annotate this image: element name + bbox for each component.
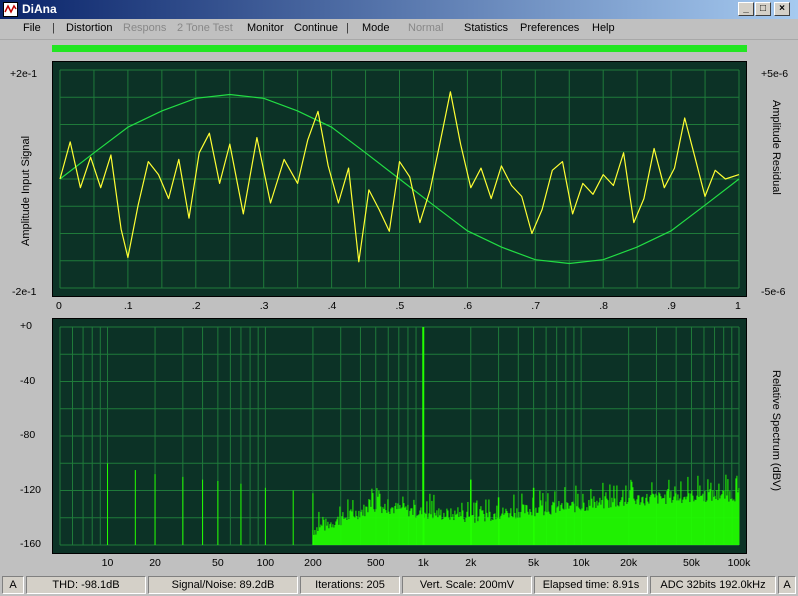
spectrum-x-tick-label: 20k	[620, 557, 638, 569]
status-elapsed-time: Elapsed time: 8.91s	[534, 576, 648, 594]
x-tick-label: .6	[463, 300, 473, 312]
menu-help[interactable]: Help	[592, 22, 615, 34]
spectrum-x-tick-label: 200	[304, 557, 322, 569]
waveform-chart	[59, 69, 740, 289]
menu-separator: |	[346, 22, 349, 34]
x-tick-label: .2	[191, 300, 201, 312]
spectrum-x-tick-label: 50	[212, 557, 224, 569]
spectrum-x-tick-label: 5k	[528, 557, 540, 569]
progress-bar	[52, 45, 747, 52]
spectrum-x-tick-label: 100	[256, 557, 275, 569]
menu-two-tone-test[interactable]: 2 Tone Test	[177, 22, 233, 34]
spectrum-x-tick-label: 500	[366, 557, 385, 569]
close-icon[interactable]: ×	[774, 2, 790, 16]
spectrum-chart	[59, 326, 740, 546]
status-thd: THD: -98.1dB	[26, 576, 146, 594]
status-right-indicator: A	[778, 576, 796, 594]
spectrum-y-tick-label: +0	[20, 320, 32, 332]
x-tick-label: .5	[395, 300, 405, 312]
spectrum-x-tick-label: 1k	[417, 557, 429, 569]
x-tick-label: .8	[599, 300, 608, 312]
spectrum-x-tick-label: 100k	[727, 557, 751, 569]
x-tick-label: .1	[123, 300, 133, 312]
status-iterations: Iterations: 205	[300, 576, 400, 594]
menu-distortion[interactable]: Distortion	[66, 22, 112, 34]
x-tick-label: 0	[56, 300, 62, 312]
menu-continue[interactable]: Continue	[294, 22, 338, 34]
y-bottom-label: -2e-1	[12, 286, 37, 298]
menu-normal[interactable]: Normal	[408, 22, 443, 34]
y2-axis-label: Amplitude Residual	[770, 100, 782, 195]
spectrum-x-tick-label: 50k	[683, 557, 700, 569]
minimize-icon[interactable]: _	[738, 2, 754, 16]
menu-mode[interactable]: Mode	[362, 22, 390, 34]
spectrum-x-tick-label: 10	[101, 557, 114, 569]
menu-separator: |	[52, 22, 55, 34]
spectrum-y-axis-label: Relative Spectrum (dBV)	[770, 370, 782, 492]
title-bar	[0, 0, 798, 19]
x-tick-label: .3	[259, 300, 269, 312]
menu-preferences[interactable]: Preferences	[520, 22, 579, 34]
menu-bar	[0, 19, 798, 40]
spectrum-y-tick-label: -40	[20, 374, 36, 387]
spectrum-y-tick-label: -160	[20, 538, 42, 550]
maximize-icon[interactable]: □	[755, 2, 771, 16]
status-vert-scale: Vert. Scale: 200mV	[402, 576, 532, 594]
spectrum-x-tick-label: 10k	[572, 557, 590, 569]
window-title: DiAna	[22, 2, 57, 16]
x-tick-label: .9	[667, 300, 676, 312]
spectrum-x-tick-label: 2k	[465, 557, 477, 569]
status-left-indicator: A	[2, 576, 24, 594]
x-tick-label: 1	[735, 300, 741, 312]
status-snr: Signal/Noise: 89.2dB	[148, 576, 298, 594]
app-icon[interactable]	[3, 2, 18, 17]
y2-bottom-label: -5e-6	[761, 286, 786, 298]
menu-monitor[interactable]: Monitor	[247, 22, 284, 34]
y-axis-label: Amplitude Input Signal	[20, 135, 32, 246]
menu-file[interactable]: File	[23, 22, 41, 34]
spectrum-y-tick-label: -80	[20, 429, 36, 441]
menu-statistics[interactable]: Statistics	[464, 22, 508, 34]
spectrum-y-tick-label: -120	[20, 483, 42, 496]
x-tick-label: .4	[327, 300, 337, 312]
y-top-label: +2e-1	[10, 68, 38, 80]
x-tick-label: .7	[531, 300, 541, 312]
menu-respons[interactable]: Respons	[123, 22, 166, 34]
status-adc: ADC 32bits 192.0kHz	[650, 576, 776, 594]
spectrum-x-tick-label: 20	[149, 557, 161, 569]
y2-top-label: +5e-6	[761, 68, 789, 80]
